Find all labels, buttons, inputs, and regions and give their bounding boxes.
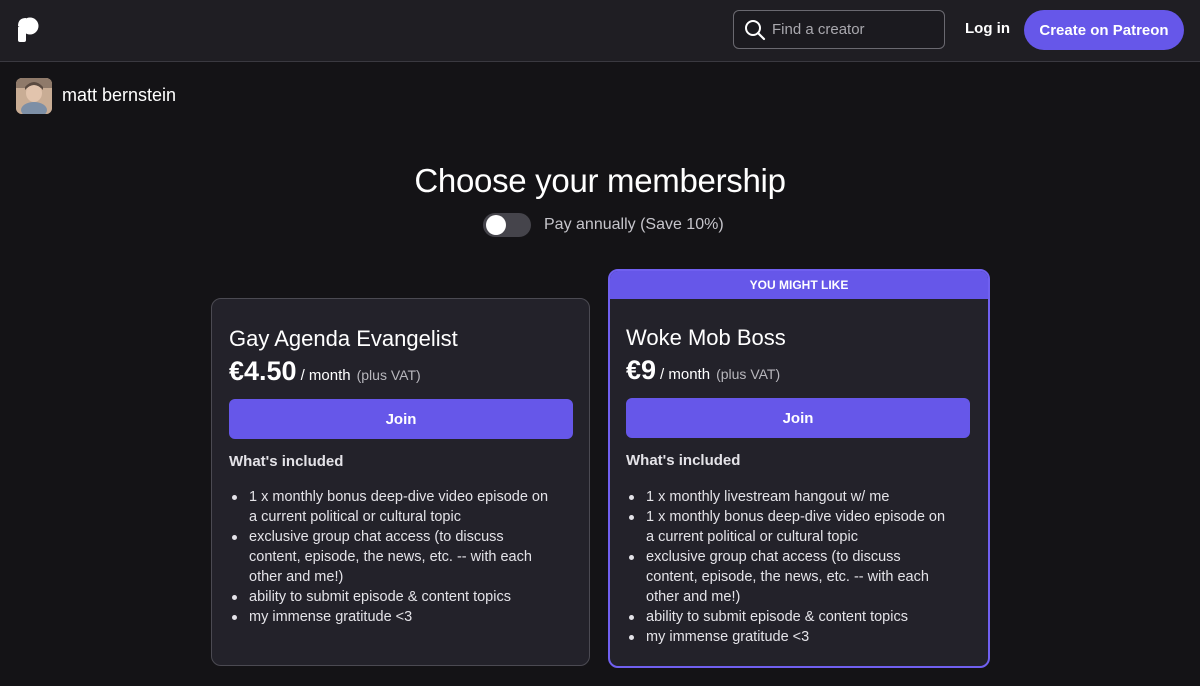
tier-card-featured: YOU MIGHT LIKE Woke Mob Boss €9 / month … — [608, 269, 990, 668]
annual-toggle-row: Pay annually (Save 10%) — [483, 213, 724, 237]
benefit-item: ability to submit episode & content topi… — [626, 607, 956, 627]
pay-annually-toggle[interactable] — [483, 213, 531, 237]
search-input[interactable] — [772, 21, 932, 38]
toggle-knob — [486, 215, 506, 235]
tier-card: Gay Agenda Evangelist €4.50 / month (plu… — [211, 298, 590, 666]
top-nav: Log in Create on Patreon — [0, 0, 1200, 62]
join-button[interactable]: Join — [626, 398, 970, 438]
benefit-item: my immense gratitude <3 — [229, 607, 559, 627]
tier-period: / month — [300, 367, 351, 384]
search-box[interactable] — [733, 10, 945, 49]
tier-vat-note: (plus VAT) — [716, 366, 781, 382]
whats-included-label: What's included — [229, 453, 344, 470]
avatar-image — [16, 78, 52, 114]
benefits-list: 1 x monthly bonus deep-dive video episod… — [229, 487, 559, 627]
page-title: Choose your membership — [414, 162, 786, 199]
login-link[interactable]: Log in — [965, 20, 1010, 37]
benefit-item: ability to submit episode & content topi… — [229, 587, 559, 607]
benefit-item: my immense gratitude <3 — [626, 627, 956, 647]
tier-title: Gay Agenda Evangelist — [229, 326, 458, 351]
benefit-item: 1 x monthly livestream hangout w/ me — [626, 487, 956, 507]
benefit-item: 1 x monthly bonus deep-dive video episod… — [229, 487, 559, 527]
tier-price: €9 — [626, 355, 657, 385]
search-icon — [745, 19, 766, 40]
tier-price-row: €4.50 / month (plus VAT) — [229, 356, 421, 387]
creator-name[interactable]: matt bernstein — [62, 85, 176, 106]
tier-period: / month — [660, 366, 711, 383]
creator-avatar[interactable] — [16, 78, 52, 114]
benefit-item: exclusive group chat access (to discuss … — [626, 547, 956, 607]
recommended-banner: YOU MIGHT LIKE — [610, 271, 988, 299]
create-on-patreon-button[interactable]: Create on Patreon — [1024, 10, 1184, 50]
toggle-label: Pay annually (Save 10%) — [544, 216, 724, 233]
tier-price-row: €9 / month (plus VAT) — [626, 355, 780, 386]
benefit-item: 1 x monthly bonus deep-dive video episod… — [626, 507, 956, 547]
benefits-list: 1 x monthly livestream hangout w/ me 1 x… — [626, 487, 956, 647]
tier-price: €4.50 — [229, 356, 297, 386]
patreon-logo-icon[interactable] — [17, 17, 39, 43]
join-button[interactable]: Join — [229, 399, 573, 439]
benefit-item: exclusive group chat access (to discuss … — [229, 527, 559, 587]
whats-included-label: What's included — [626, 452, 741, 469]
tier-title: Woke Mob Boss — [626, 325, 786, 350]
tier-vat-note: (plus VAT) — [356, 367, 421, 383]
